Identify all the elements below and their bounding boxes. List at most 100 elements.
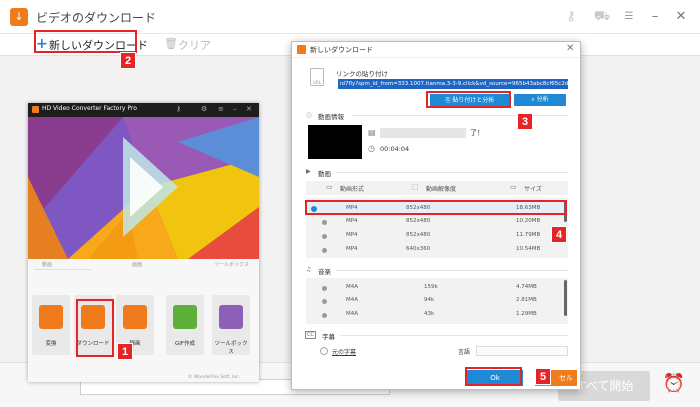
- minimize-icon: –: [233, 105, 237, 113]
- close-icon[interactable]: ✕: [672, 9, 690, 25]
- video-row[interactable]: MP4 852x480 10.20MB: [306, 215, 564, 229]
- convert-icon: [39, 305, 63, 329]
- cc-icon: CC: [305, 331, 316, 339]
- highlight-new-download: [34, 30, 137, 53]
- row-format: M4A: [346, 311, 359, 317]
- dialog-title: 新しいダウンロード: [310, 46, 373, 54]
- video-info-label: 動画情報: [318, 113, 344, 121]
- highlight-ok-button: [465, 367, 522, 386]
- clear-button[interactable]: クリア: [178, 37, 211, 53]
- step-badge-4: 4: [551, 226, 567, 243]
- column-format: 動画形式: [340, 186, 365, 193]
- thumbnail-function-area: 動画 画面 ツールボックス 変換 ダウンロード 録画 GIF作成 ツールボックス: [28, 259, 259, 382]
- video-title-blurred: [380, 128, 466, 138]
- row-size: 10.20MB: [516, 218, 541, 224]
- step-badge-5: 5: [535, 368, 551, 385]
- step-badge-3: 3: [517, 113, 533, 130]
- row-resolution: 852x480: [406, 218, 431, 224]
- colorful-banner-graphic: [28, 117, 259, 259]
- audio-row[interactable]: M4A 43k 1.29MB: [306, 308, 564, 322]
- trash-icon: 🗑: [164, 37, 178, 50]
- resolution-icon: ⬚: [412, 183, 419, 191]
- gif-label: GIF作成: [174, 341, 196, 347]
- clock-icon: ◷: [368, 144, 375, 153]
- download-icon: [297, 45, 306, 54]
- language-select[interactable]: [476, 346, 568, 356]
- radio-icon: [322, 220, 327, 225]
- analyze-button[interactable]: ⌕ 分析: [514, 94, 566, 106]
- radio-icon: [322, 248, 327, 253]
- subtitle-section-label: 字幕: [322, 333, 335, 341]
- alarm-clock-icon[interactable]: ⏰: [660, 373, 688, 399]
- row-bitrate: 159k: [424, 284, 438, 290]
- row-size: 2.81MB: [516, 297, 537, 303]
- audio-list-scrollbar[interactable]: [564, 280, 567, 316]
- audio-row[interactable]: M4A 94k 2.81MB: [306, 294, 564, 308]
- format-icon: ▭: [326, 183, 333, 191]
- download-icon: ↓: [10, 8, 28, 26]
- row-format: MP4: [346, 246, 358, 252]
- video-table-header: ▭ 動画形式 ⬚ 動画解像度 ▭ サイズ: [306, 181, 568, 195]
- radio-icon: [322, 286, 327, 291]
- row-bitrate: 43k: [424, 311, 435, 317]
- info-icon: ⓘ: [306, 113, 313, 120]
- row-size: 4.74MB: [516, 284, 537, 290]
- radio-icon: [322, 234, 327, 239]
- toolbox-card[interactable]: ツールボックス: [212, 295, 250, 355]
- row-format: M4A: [346, 284, 359, 290]
- cart-icon[interactable]: ⛟: [593, 9, 611, 25]
- column-size: サイズ: [524, 186, 542, 193]
- row-size: 11.79MB: [516, 232, 541, 238]
- section-label-video: 動画: [42, 262, 53, 268]
- toolbox-icon: [219, 305, 243, 329]
- video-icon: ▶: [306, 168, 311, 175]
- gif-card[interactable]: GIF作成: [166, 295, 204, 355]
- video-title-suffix: 了！: [470, 129, 484, 137]
- video-row[interactable]: MP4 640x360 10.54MB: [306, 243, 564, 257]
- gif-icon: [173, 305, 197, 329]
- row-format: MP4: [346, 218, 358, 224]
- radio-icon: [322, 313, 327, 318]
- url-icon: URL: [310, 68, 324, 86]
- divider: [352, 115, 568, 116]
- video-thumbnail: [308, 125, 362, 159]
- key-icon[interactable]: ⚷: [562, 9, 580, 25]
- size-icon: ▭: [510, 183, 517, 191]
- step-badge-2: 2: [120, 52, 136, 69]
- highlight-download-card: [76, 299, 114, 357]
- thumbnail-title: HD Video Converter Factory Pro: [42, 105, 137, 112]
- record-icon: [123, 305, 147, 329]
- original-subtitle-checkbox[interactable]: [320, 347, 328, 355]
- row-size: 10.54MB: [516, 246, 541, 252]
- radio-icon: [322, 299, 327, 304]
- highlight-video-row: [305, 200, 567, 215]
- convert-label: 変換: [45, 341, 57, 347]
- section-label-screen: 画面: [132, 262, 143, 268]
- divider: [34, 269, 92, 270]
- row-format: M4A: [346, 297, 359, 303]
- app-logo-icon: [32, 106, 39, 113]
- video-row[interactable]: MP4 852x480 11.79MB: [306, 229, 564, 243]
- column-resolution: 動画解像度: [426, 186, 457, 193]
- close-icon[interactable]: ✕: [566, 43, 574, 54]
- menu-icon[interactable]: ☰: [620, 9, 638, 25]
- close-icon: ✕: [246, 105, 252, 113]
- url-input[interactable]: id7fly?spm_id_from=333.1007.tianma.3-3-9…: [338, 79, 568, 89]
- copyright-text: © WonderFox Soft, Inc.: [188, 375, 241, 380]
- title-bar: ↓ ビデオのダウンロード ⚷ ⛟ ☰ – ✕: [0, 0, 700, 34]
- app-home-thumbnail: HD Video Converter Factory Pro ⚷ ⚙ ≡ – ✕…: [28, 103, 259, 382]
- video-duration: 00:04:04: [380, 145, 410, 153]
- key-icon: ⚷: [176, 105, 182, 113]
- audio-row[interactable]: M4A 159k 4.74MB: [306, 281, 564, 295]
- settings-icon: ⚙: [201, 105, 208, 113]
- divider: [336, 172, 568, 173]
- row-size: 1.29MB: [516, 311, 537, 317]
- row-resolution: 640x360: [406, 246, 431, 252]
- language-label: 言語: [458, 349, 471, 356]
- original-subtitle-label: 元の字幕: [332, 349, 357, 356]
- section-label-toolbox: ツールボックス: [214, 262, 249, 268]
- video-section-label: 動画: [318, 170, 331, 178]
- convert-card[interactable]: 変換: [32, 295, 70, 355]
- minimize-icon[interactable]: –: [646, 9, 664, 25]
- dialog-title-bar: 新しいダウンロード ✕: [292, 42, 580, 58]
